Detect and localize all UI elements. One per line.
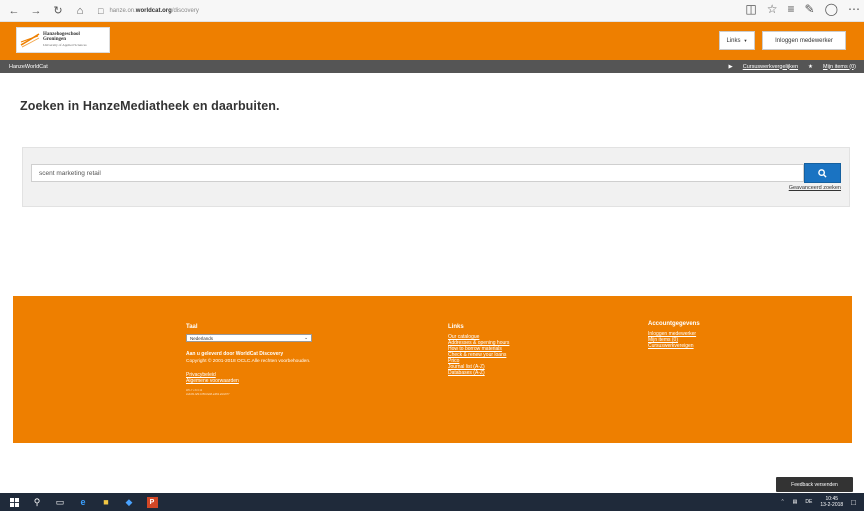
footer-link-databases[interactable]: Databases (A-Z) [448,370,509,376]
forward-icon[interactable]: → [28,3,44,19]
edge-browser-icon[interactable]: e [74,493,92,511]
page-icon: □ [98,5,104,16]
favorite-star-icon[interactable]: ☆ [767,2,778,16]
language-selected: Nederlands [190,335,214,341]
tray-language[interactable]: DE [805,499,812,505]
footer: Taal Nederlands ⌄ Aan u geleverd door Wo… [13,296,852,443]
site-header: Hanzehogeschool Groningen University of … [0,22,864,60]
links-title: Links [448,324,464,330]
chevron-down-icon: ▼ [743,38,748,43]
share-icon[interactable]: ◯ [825,2,838,16]
subnav-home-link[interactable]: HanzeWorldCat [9,64,48,70]
taskbar: ⚲ ▭ e ■ ◆ P ⌃ ▤ DE 10:45 13-2-2018 □ [0,493,864,511]
search-panel: scent marketing retail Geavanceerd zoeke… [22,147,850,207]
browser-actions: ◫ ☆ ≡ ✎ ◯ ⋯ [745,2,860,16]
footer-language-column: Taal Nederlands ⌄ Aan u geleverd door Wo… [186,324,312,397]
advanced-search-link[interactable]: Geavanceerd zoeken [789,185,841,191]
system-tray: ⌃ ▤ DE 10:45 13-2-2018 □ [780,493,856,511]
terms-link[interactable]: Algemene voorwaarden [186,378,312,384]
links-button-label: Links [726,37,741,44]
browser-toolbar: ← → ↻ ⌂ □ hanze.on. worldcat.org/discover… [0,0,864,22]
logo-line3: University of Applied Sciences [43,42,87,47]
home-icon[interactable]: ⌂ [72,3,88,19]
search-input[interactable]: scent marketing retail [31,164,804,182]
login-staff-button[interactable]: Inloggen medewerker [762,31,846,50]
network-icon[interactable]: ▤ [793,499,798,505]
session-id-text: 2a3c8b-fa5f-4358-8a68-a4f92 ab02077 [186,393,230,396]
page-title: Zoeken in HanzeMediatheek en daarbuiten. [20,99,280,113]
chevron-down-icon: ⌄ [304,335,308,340]
clock[interactable]: 10:45 13-2-2018 [820,496,843,508]
store-icon[interactable]: ◆ [120,493,138,511]
course-compare-link[interactable]: Cursuswerkvergelijken [743,64,798,70]
footer-link-course[interactable]: Cursuswerkvereigen [648,343,700,349]
logo-text: Hanzehogeschool Groningen University of … [43,32,87,49]
my-items-link[interactable]: Mijn items (0) [823,64,856,70]
compare-icon: ▶ [728,63,733,70]
task-view-icon[interactable]: ▭ [51,493,69,511]
footer-links-column: Links Our catalogue Addresses & opening … [448,324,509,376]
hub-icon[interactable]: ≡ [787,2,794,16]
powered-by-text: Aan u geleverd door WorldCat Discovery [186,351,284,357]
back-icon[interactable]: ← [6,3,22,19]
address-path: /discovery [171,7,199,14]
tray-chevron-icon[interactable]: ⌃ [780,499,784,505]
star-icon: ★ [808,63,813,70]
windows-start-icon[interactable] [5,493,23,511]
hanze-logo[interactable]: Hanzehogeschool Groningen University of … [16,27,110,53]
address-domain: worldcat.org [135,7,172,14]
sub-navigation: HanzeWorldCat ▶ Cursuswerkvergelijken ★ … [0,60,864,73]
clock-date: 13-2-2018 [820,502,844,508]
feedback-button[interactable]: Feedback versenden [776,477,853,492]
powerpoint-icon[interactable]: P [143,493,161,511]
search-icon [818,168,827,178]
links-dropdown-button[interactable]: Links ▼ [719,31,755,50]
notes-icon[interactable]: ✎ [805,2,815,16]
notification-icon[interactable]: □ [851,498,856,507]
language-select[interactable]: Nederlands ⌄ [186,334,312,342]
search-button[interactable] [804,163,841,183]
address-prefix: hanze.on. [109,7,136,14]
address-bar[interactable]: □ hanze.on. worldcat.org/discovery [98,6,199,16]
account-title: Accountgegevens [648,321,700,327]
logo-mark-icon [20,33,40,48]
more-icon[interactable]: ⋯ [848,2,860,16]
refresh-icon[interactable]: ↻ [50,3,66,19]
reading-view-icon[interactable]: ◫ [745,2,756,16]
copyright-text: Copyright © 2001-2018 OCLC.Alle rechten … [186,359,311,364]
search-icon[interactable]: ⚲ [28,493,46,511]
language-title: Taal [186,324,198,330]
windows-logo-icon [9,497,19,507]
file-explorer-icon[interactable]: ■ [97,493,115,511]
footer-account-column: Accountgegevens Inloggen medewerker Mijn… [648,321,700,349]
login-button-label: Inloggen medewerker [775,37,833,44]
